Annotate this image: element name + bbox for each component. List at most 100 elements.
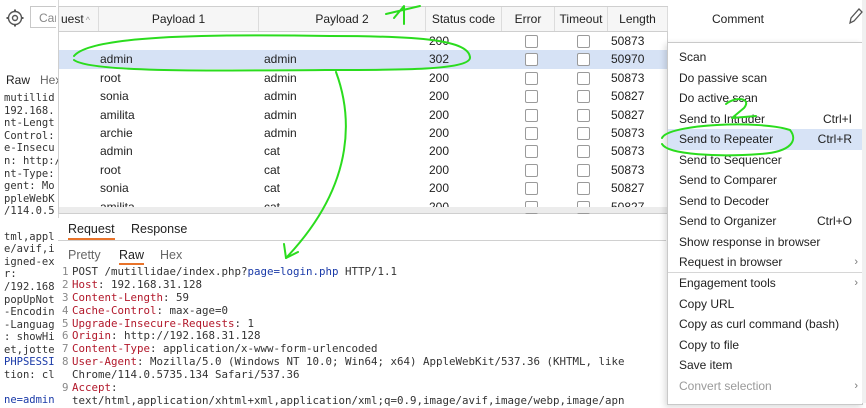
left-text-line: mutillid (4, 92, 55, 104)
error-checkbox[interactable] (525, 145, 538, 159)
menu-item-send-to-intruder[interactable]: Send to Intruder Ctrl+I (668, 109, 862, 130)
menu-item-label: Request in browser (679, 255, 783, 269)
error-checkbox[interactable] (525, 35, 538, 48)
left-text-line (0, 218, 58, 231)
menu-item-label: Send to Repeater (679, 132, 774, 146)
length-cell: 50827 (611, 89, 645, 104)
col-error[interactable]: Error (502, 7, 555, 31)
payload2-cell: admin (264, 107, 297, 122)
menu-item-scan[interactable]: Scan (668, 47, 862, 68)
request-line: 8 User-Agent: Mozilla/5.0 (Windows NT 10.… (62, 356, 666, 369)
col-payload1[interactable]: Payload 1 (99, 7, 259, 31)
menu-item-engagement-tools[interactable]: Engagement tools › (668, 273, 862, 294)
request-line: 7 Content-Type: application/x-www-form-ur… (62, 343, 666, 356)
timeout-checkbox[interactable] (577, 90, 590, 104)
tab-raw-left[interactable]: Raw (6, 73, 30, 87)
table-row[interactable]: 200 50873 (59, 32, 667, 50)
timeout-checkbox[interactable] (577, 71, 590, 85)
length-cell: 50970 (611, 52, 645, 67)
tab-response[interactable]: Response (131, 222, 187, 236)
left-text-line: -Encodin (4, 306, 55, 319)
length-cell: 50873 (611, 126, 645, 140)
table-row[interactable]: root admin 200 50873 (59, 69, 667, 87)
menu-item-send-to-repeater[interactable]: Send to Repeater Ctrl+R (668, 129, 862, 150)
menu-item-send-to-sequencer[interactable]: Send to Sequencer (668, 150, 862, 171)
view-raw[interactable]: Raw (119, 248, 145, 265)
error-checkbox[interactable] (525, 90, 538, 104)
timeout-checkbox[interactable] (577, 53, 590, 67)
request-line: 3 Content-Length: 59 (62, 292, 666, 305)
error-checkbox[interactable] (525, 127, 538, 140)
col-request[interactable]: uest ^ (59, 7, 99, 31)
table-row[interactable]: admin cat 200 50873 (59, 142, 667, 160)
timeout-checkbox[interactable] (577, 163, 590, 177)
menu-item-send-to-decoder[interactable]: Send to Decoder (668, 191, 862, 212)
menu-item-show-response-in-browser[interactable]: Show response in browser (668, 232, 862, 253)
menu-item-do-passive-scan[interactable]: Do passive scan (668, 68, 862, 89)
left-request-text: mutillid 192.168. nt-Lengt Control: e-Insecu… (0, 92, 58, 407)
left-text-line: ne=admin (4, 394, 55, 407)
error-checkbox[interactable] (525, 182, 538, 196)
menu-item-save-item[interactable]: Save item (668, 355, 862, 376)
line-number: 7 (62, 343, 69, 356)
col-length[interactable]: Length (608, 7, 668, 31)
col-payload2[interactable]: Payload 2 (259, 7, 426, 31)
col-status[interactable]: Status code (426, 7, 502, 31)
payload2-cell: admin (264, 52, 297, 67)
payload1-cell: admin (100, 144, 133, 159)
gear-icon[interactable] (5, 8, 25, 28)
timeout-checkbox[interactable] (577, 127, 590, 140)
menu-item-label: Send to Sequencer (679, 152, 782, 167)
menu-item-copy-as-curl-command-bash[interactable]: Copy as curl command (bash) (668, 314, 862, 335)
left-text-line (0, 382, 58, 395)
table-row[interactable]: admin admin 302 50970 (59, 50, 667, 69)
status-cell: 200 (429, 162, 450, 177)
menu-item-label: Send to Comparer (679, 173, 778, 187)
line-number: 4 (62, 304, 69, 317)
menu-item-send-to-comparer[interactable]: Send to Comparer (668, 170, 862, 191)
left-text-line: tion: cl (4, 369, 55, 382)
menu-item-label: Copy URL (679, 296, 735, 311)
menu-item-copy-url[interactable]: Copy URL (668, 294, 862, 315)
table-row[interactable]: archie admin 200 50873 (59, 124, 667, 142)
table-row[interactable]: sonia admin 200 50827 (59, 87, 667, 105)
line-number: 2 (62, 278, 69, 291)
menu-item-send-to-organizer[interactable]: Send to Organizer Ctrl+O (668, 211, 862, 232)
request-line: 9 Accept: (62, 382, 666, 395)
menu-item-request-in-browser[interactable]: Request in browser › (668, 252, 862, 273)
menu-item-do-active-scan[interactable]: Do active scan (668, 88, 862, 109)
status-cell: 200 (429, 107, 450, 122)
error-checkbox[interactable] (525, 71, 538, 85)
payload2-cell: admin (264, 70, 297, 85)
table-row[interactable]: sonia cat 200 50827 (59, 179, 667, 197)
pen-icon[interactable] (846, 6, 864, 26)
timeout-checkbox[interactable] (577, 108, 590, 122)
request-text: POST /mutillidae/index.php? (72, 266, 248, 278)
payload1-cell: root (100, 162, 121, 177)
length-cell: 50827 (611, 107, 645, 122)
view-hex[interactable]: Hex (160, 248, 182, 262)
table-row[interactable]: root cat 200 50873 (59, 161, 667, 179)
error-checkbox[interactable] (525, 163, 538, 177)
request-text: : 59 (163, 291, 190, 304)
request-text: : http://192.168.31.128 (111, 330, 261, 343)
filter-input[interactable]: Car (30, 6, 56, 28)
line-number: 6 (62, 330, 69, 343)
timeout-checkbox[interactable] (577, 35, 590, 48)
left-text-line: et,jotte (4, 343, 55, 356)
timeout-checkbox[interactable] (577, 145, 590, 159)
menu-item-copy-to-file[interactable]: Copy to file (668, 335, 862, 356)
tab-request[interactable]: Request (68, 222, 115, 240)
timeout-checkbox[interactable] (577, 182, 590, 196)
request-text: User-Agent (72, 356, 138, 369)
table-row[interactable]: amilita admin 200 50827 (59, 106, 667, 124)
error-checkbox[interactable] (525, 108, 538, 122)
error-checkbox[interactable] (525, 53, 538, 67)
col-timeout[interactable]: Timeout (555, 7, 608, 31)
col-comment[interactable]: Comment (668, 7, 808, 31)
request-text: Host (72, 278, 99, 291)
raw-request-editor[interactable]: 1 POST /mutillidae/index.php?page=login.p… (62, 266, 666, 408)
chevron-right-icon: › (854, 277, 858, 289)
view-pretty[interactable]: Pretty (68, 248, 101, 262)
horizontal-scrollbar[interactable] (59, 207, 667, 213)
